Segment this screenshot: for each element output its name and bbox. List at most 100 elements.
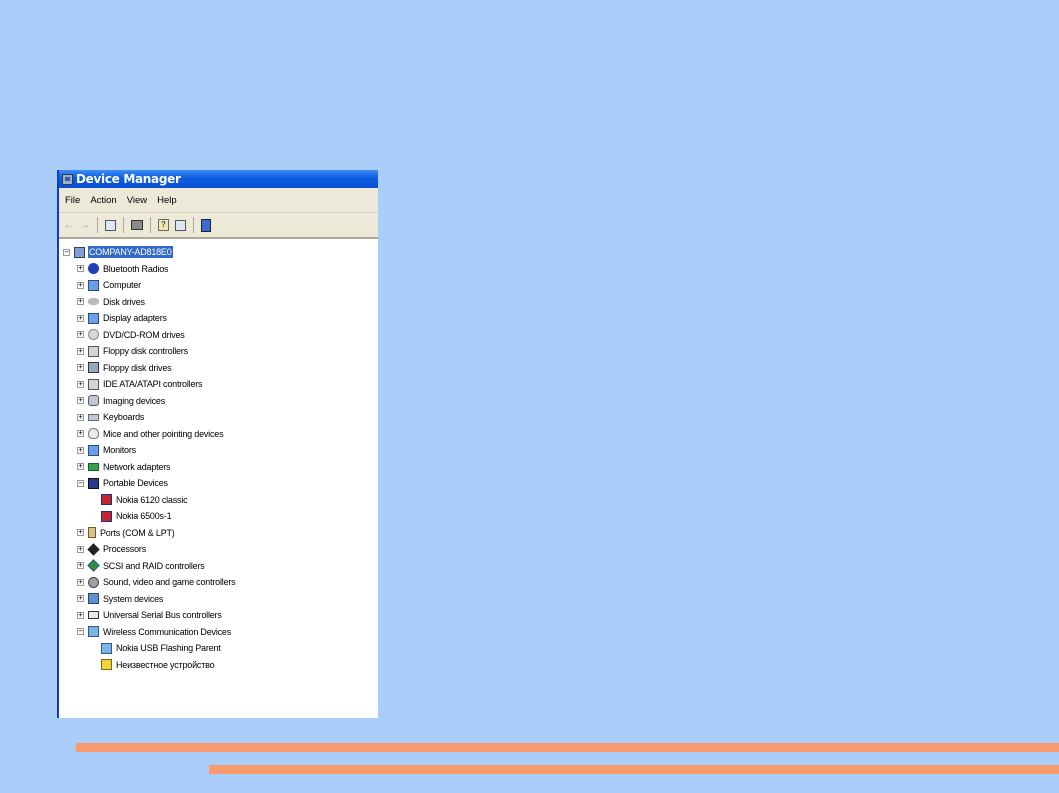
display-adapter-icon	[88, 312, 99, 324]
properties-box-icon[interactable]	[105, 219, 116, 231]
tree-item[interactable]: + IDE ATA/ATAPI controllers	[59, 376, 378, 393]
collapse-toggle[interactable]: −	[77, 628, 84, 636]
title-bar[interactable]: Device Manager	[59, 170, 378, 188]
tree-item-label: Universal Serial Bus controllers	[103, 610, 222, 621]
computer-icon	[88, 279, 99, 291]
menu-file[interactable]: File	[65, 195, 80, 206]
tree-item[interactable]: + Processors	[59, 541, 378, 558]
print-icon[interactable]	[131, 220, 143, 230]
tree-item[interactable]: + Monitors	[59, 442, 378, 459]
tree-root[interactable]: − COMPANY-AD818E0	[59, 244, 378, 261]
expand-toggle[interactable]: +	[77, 595, 84, 603]
expand-toggle[interactable]: +	[77, 347, 84, 355]
expand-toggle[interactable]: +	[77, 298, 84, 306]
expand-toggle[interactable]: +	[77, 562, 84, 570]
expand-toggle[interactable]: +	[77, 281, 84, 289]
expand-toggle[interactable]: +	[77, 314, 84, 322]
tree-item-label: Processors	[103, 544, 147, 555]
tree-item[interactable]: + Network adapters	[59, 459, 378, 476]
tree-child-item[interactable]: Nokia 6120 classic	[59, 492, 378, 509]
processor-icon	[87, 543, 100, 556]
ide-controller-icon	[88, 378, 99, 390]
tree-item-label: Bluetooth Radios	[103, 263, 169, 274]
network-adapter-icon	[88, 462, 99, 471]
expand-toggle[interactable]: +	[77, 364, 84, 372]
tree-item-label: Computer	[103, 280, 141, 291]
expand-toggle[interactable]: +	[77, 529, 84, 537]
sound-icon	[88, 576, 99, 588]
computer-root-icon	[74, 246, 85, 258]
expand-toggle[interactable]: +	[77, 380, 84, 388]
tree-item-label: System devices	[103, 593, 164, 604]
tree-child-item[interactable]: Nokia USB Flashing Parent	[59, 640, 378, 657]
tree-item[interactable]: + Keyboards	[59, 409, 378, 426]
tree-item[interactable]: + System devices	[59, 591, 378, 608]
mouse-icon	[88, 428, 99, 440]
view-box-icon[interactable]	[175, 219, 186, 231]
expand-toggle[interactable]: +	[77, 331, 84, 339]
bluetooth-icon	[88, 263, 99, 275]
unknown-device-warning-icon	[101, 659, 112, 671]
monitor-icon	[88, 444, 99, 456]
floppy-controller-icon	[88, 345, 99, 357]
collapse-toggle[interactable]: −	[63, 248, 70, 256]
keyboard-icon	[88, 413, 99, 421]
forward-arrow-icon[interactable]: →	[80, 219, 91, 231]
toolbar-separator	[193, 217, 194, 233]
collapse-toggle[interactable]: −	[77, 479, 84, 487]
tree-item[interactable]: + Floppy disk controllers	[59, 343, 378, 360]
tree-item[interactable]: + DVD/CD-ROM drives	[59, 327, 378, 344]
tree-item-label: Floppy disk controllers	[103, 346, 188, 357]
cdrom-icon	[88, 329, 99, 341]
tree-item-label: Disk drives	[103, 296, 145, 307]
window-title: Device Manager	[76, 172, 181, 186]
tree-item-label: Network adapters	[103, 461, 171, 472]
expand-toggle[interactable]: +	[77, 413, 84, 421]
tree-child-label: Nokia 6500s-1	[116, 511, 172, 522]
tree-item[interactable]: − Wireless Communication Devices	[59, 624, 378, 641]
expand-toggle[interactable]: +	[77, 611, 84, 619]
tree-item[interactable]: + Universal Serial Bus controllers	[59, 607, 378, 624]
back-arrow-icon[interactable]: ←	[64, 219, 75, 231]
wireless-device-icon	[101, 642, 112, 654]
device-manager-window: Device Manager File Action View Help ← →…	[57, 170, 378, 718]
tree-item-label: Display adapters	[103, 313, 167, 324]
tree-item[interactable]: + Ports (COM & LPT)	[59, 525, 378, 542]
expand-toggle[interactable]: +	[77, 397, 84, 405]
menu-view[interactable]: View	[127, 195, 147, 206]
tree-item[interactable]: + Display adapters	[59, 310, 378, 327]
tree-item-label: Wireless Communication Devices	[103, 626, 232, 637]
menu-help[interactable]: Help	[157, 195, 177, 206]
tree-item-label: IDE ATA/ATAPI controllers	[103, 379, 203, 390]
tree-item-label: Portable Devices	[103, 478, 168, 489]
device-icon[interactable]	[201, 218, 211, 232]
tree-item[interactable]: + Computer	[59, 277, 378, 294]
camera-icon	[88, 395, 99, 407]
expand-toggle[interactable]: +	[77, 265, 84, 273]
tree-item[interactable]: + Bluetooth Radios	[59, 261, 378, 278]
expand-toggle[interactable]: +	[77, 430, 84, 438]
tree-item[interactable]: + SCSI and RAID controllers	[59, 558, 378, 575]
tree-item-label: Ports (COM & LPT)	[100, 527, 175, 538]
tree-child-item[interactable]: Nokia 6500s-1	[59, 508, 378, 525]
decorative-stripe-top	[76, 743, 1059, 752]
tree-item[interactable]: − Portable Devices	[59, 475, 378, 492]
tree-item[interactable]: + Sound, video and game controllers	[59, 574, 378, 591]
expand-toggle[interactable]: +	[77, 578, 84, 586]
floppy-drive-icon	[88, 362, 99, 374]
tree-item-label: Keyboards	[103, 412, 145, 423]
menu-action[interactable]: Action	[90, 195, 116, 206]
tree-item[interactable]: + Imaging devices	[59, 393, 378, 410]
tree-item[interactable]: + Floppy disk drives	[59, 360, 378, 377]
tree-item[interactable]: + Mice and other pointing devices	[59, 426, 378, 443]
expand-toggle[interactable]: +	[77, 545, 84, 553]
decorative-stripe-bottom	[209, 765, 1059, 774]
tree-item[interactable]: + Disk drives	[59, 294, 378, 311]
expand-toggle[interactable]: +	[77, 446, 84, 454]
help-icon[interactable]: ?	[158, 219, 169, 231]
device-tree: − COMPANY-AD818E0 + Bluetooth Radios + Comp…	[59, 239, 378, 673]
tree-root-label: COMPANY-AD818E0	[88, 246, 173, 259]
expand-toggle[interactable]: +	[77, 463, 84, 471]
portable-device-icon	[88, 477, 99, 489]
tree-child-item[interactable]: Неизвестное устройство	[59, 657, 378, 674]
